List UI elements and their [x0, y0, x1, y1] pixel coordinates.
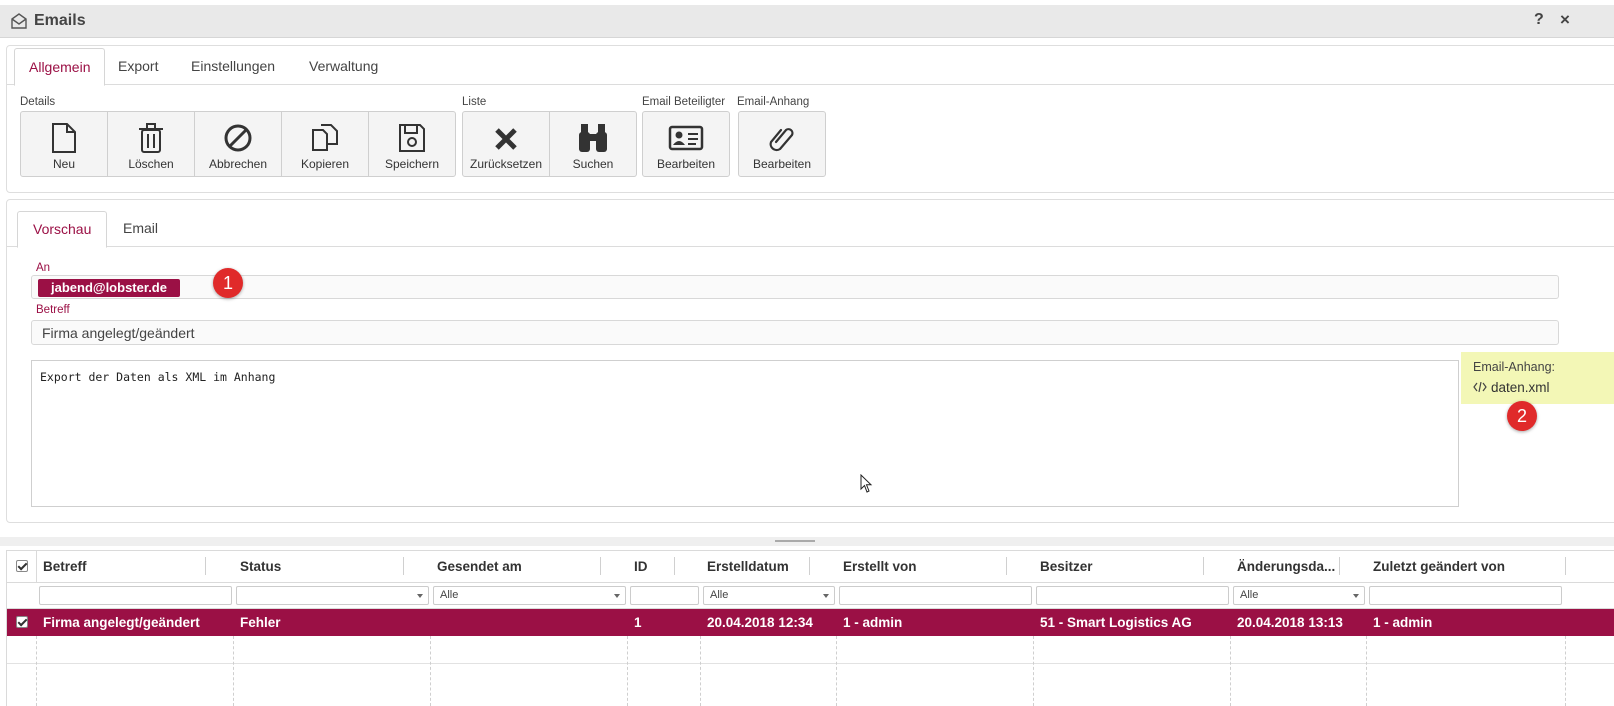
loeschen-button[interactable]: Löschen: [107, 111, 195, 177]
binoculars-icon: [550, 122, 636, 154]
empty-row-divider: [7, 663, 1614, 664]
filter-erstellt-von[interactable]: [839, 586, 1032, 605]
cell-status: Fehler: [240, 615, 281, 630]
attachment-label: Email-Anhang:: [1473, 360, 1555, 374]
email-body-text: Export der Daten als XML im Anhang: [40, 370, 276, 384]
tab-allgemein[interactable]: Allgemein: [14, 48, 106, 86]
col-header-erstellt-von[interactable]: Erstellt von: [837, 551, 1034, 582]
beteiligter-bearbeiten-label: Bearbeiten: [656, 157, 716, 171]
mouse-cursor-icon: [860, 473, 874, 497]
splitter[interactable]: [0, 537, 1614, 546]
save-icon: [369, 122, 455, 154]
kopieren-button[interactable]: Kopieren: [281, 111, 369, 177]
col-header-aenderungsdatum[interactable]: Änderungsda...: [1231, 551, 1367, 582]
attachment-file[interactable]: daten.xml: [1473, 380, 1550, 395]
table-row[interactable]: Firma angelegt/geändert Fehler 1 20.04.2…: [7, 609, 1614, 636]
cell-aenderungsdatum: 20.04.2018 13:13: [1237, 615, 1343, 630]
suchen-button[interactable]: Suchen: [549, 111, 637, 177]
subject-value: Firma angelegt/geändert: [42, 325, 195, 341]
grid-filter-row: Alle Alle Alle: [7, 583, 1614, 609]
abbrechen-button[interactable]: Abbrechen: [194, 111, 282, 177]
group-label-email-anhang: Email-Anhang: [737, 96, 810, 108]
filter-betreff[interactable]: [39, 586, 232, 605]
email-grid: Betreff Status Gesendet am ID Erstelldat…: [6, 550, 1614, 706]
window-title: Emails: [34, 12, 86, 29]
grid-header: Betreff Status Gesendet am ID Erstelldat…: [7, 551, 1614, 583]
ribbon-panel: Allgemein Export Einstellungen Verwaltun…: [6, 45, 1614, 193]
neu-label: Neu: [52, 157, 75, 171]
group-label-liste: Liste: [462, 96, 487, 108]
preview-panel: Vorschau Email An jabend@lobster.de 1 Be…: [6, 199, 1614, 523]
file-icon: [21, 122, 107, 154]
cell-erstelldatum: 20.04.2018 12:34: [707, 615, 813, 630]
col-header-status[interactable]: Status: [234, 551, 431, 582]
suchen-label: Suchen: [572, 157, 614, 171]
main-tabs: Allgemein Export Einstellungen Verwaltun…: [7, 46, 1614, 86]
cell-id: 1: [634, 615, 642, 630]
subject-field[interactable]: Firma angelegt/geändert: [31, 320, 1559, 345]
x-icon: [463, 122, 549, 154]
to-field[interactable]: jabend@lobster.de: [31, 275, 1559, 299]
email-body[interactable]: Export der Daten als XML im Anhang: [31, 360, 1459, 507]
filter-gesendet[interactable]: Alle: [433, 586, 626, 605]
loeschen-label: Löschen: [128, 157, 174, 171]
tab-verwaltung[interactable]: Verwaltung: [295, 48, 392, 84]
paperclip-icon: [739, 122, 825, 154]
close-button[interactable]: ×: [1560, 10, 1570, 30]
tab-email[interactable]: Email: [108, 211, 173, 246]
recipient-chip[interactable]: jabend@lobster.de: [38, 279, 180, 297]
detail-tabs: Vorschau Email: [7, 200, 1614, 248]
tab-einstellungen[interactable]: Einstellungen: [177, 48, 289, 84]
cell-betreff: Firma angelegt/geändert: [43, 615, 200, 630]
help-button[interactable]: ?: [1534, 11, 1544, 29]
col-header-id[interactable]: ID: [628, 551, 701, 582]
attachment-box: Email-Anhang: daten.xml: [1461, 352, 1614, 404]
cancel-icon: [195, 122, 281, 154]
speichern-button[interactable]: Speichern: [368, 111, 456, 177]
splitter-grip[interactable]: [775, 540, 815, 542]
col-header-gesendet[interactable]: Gesendet am: [431, 551, 628, 582]
anhang-bearbeiten-label: Bearbeiten: [752, 157, 812, 171]
beteiligter-bearbeiten-button[interactable]: Bearbeiten: [642, 111, 730, 177]
group-label-email-beteiligter: Email Beteiligter: [642, 96, 726, 108]
window-titlebar: Emails ? ×: [0, 5, 1614, 38]
cell-gesendet: [431, 609, 437, 636]
callout-badge-2: 2: [1507, 401, 1537, 431]
callout-badge-1: 1: [213, 268, 243, 298]
filter-erstelldatum[interactable]: Alle: [703, 586, 835, 605]
filter-aenderungsdatum[interactable]: Alle: [1233, 586, 1365, 605]
neu-button[interactable]: Neu: [20, 111, 108, 177]
group-label-details: Details: [20, 96, 56, 108]
zuruecksetzen-button[interactable]: Zurücksetzen: [462, 111, 550, 177]
subject-label: Betreff: [36, 304, 70, 316]
cell-zuletzt-geaendert-von: 1 - admin: [1373, 615, 1433, 630]
to-label: An: [36, 262, 51, 274]
tab-export[interactable]: Export: [104, 48, 172, 84]
tab-vorschau[interactable]: Vorschau: [17, 211, 108, 248]
id-card-icon: [643, 122, 729, 154]
copy-icon: [282, 122, 368, 154]
kopieren-label: Kopieren: [300, 157, 350, 171]
cell-erstellt-von: 1 - admin: [843, 615, 903, 630]
col-header-besitzer[interactable]: Besitzer: [1034, 551, 1231, 582]
filter-status[interactable]: [236, 586, 429, 605]
filter-besitzer[interactable]: [1036, 586, 1229, 605]
cell-besitzer: 51 - Smart Logistics AG: [1040, 615, 1192, 630]
abbrechen-label: Abbrechen: [208, 157, 268, 171]
col-header-zuletzt-geaendert-von[interactable]: Zuletzt geändert von: [1367, 551, 1564, 582]
code-icon: [1473, 380, 1487, 395]
trash-icon: [108, 122, 194, 154]
col-header-erstelldatum[interactable]: Erstelldatum: [701, 551, 837, 582]
filter-zuletzt-geaendert-von[interactable]: [1369, 586, 1562, 605]
anhang-bearbeiten-button[interactable]: Bearbeiten: [738, 111, 826, 177]
row-checkbox[interactable]: [16, 616, 28, 628]
envelope-open-icon: [10, 12, 28, 33]
speichern-label: Speichern: [384, 157, 440, 171]
filter-id[interactable]: [630, 586, 699, 605]
zuruecksetzen-label: Zurücksetzen: [469, 157, 543, 171]
attachment-filename: daten.xml: [1491, 380, 1550, 395]
select-all-checkbox[interactable]: [16, 560, 28, 572]
